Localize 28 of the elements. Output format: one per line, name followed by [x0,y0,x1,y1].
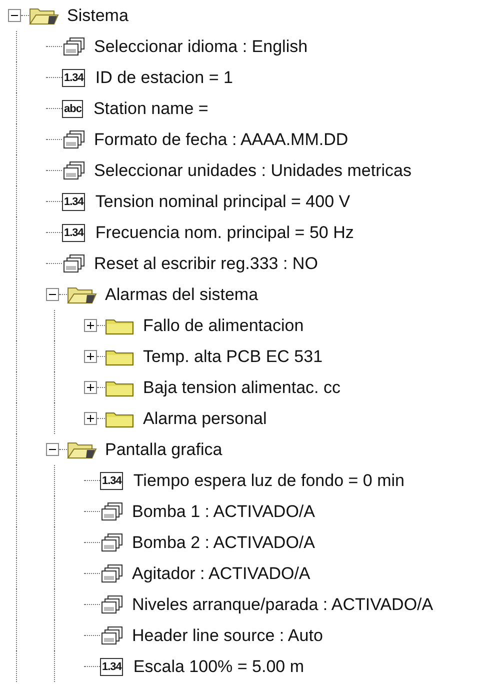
tree-item[interactable]: Seleccionar unidades : Unidades metricas [92,160,414,180]
tree-item[interactable]: Fallo de alimentacion [141,316,306,336]
tree-item[interactable]: Formato de fecha : AAAA.MM.DD [92,130,350,150]
tree-item[interactable]: Pantalla grafica [103,440,224,460]
tree-item[interactable]: Header line source : Auto [130,626,325,646]
tree-item[interactable]: ID de estacion = 1 [93,68,235,88]
tree-item[interactable]: Baja tension alimentac. cc [141,378,342,398]
tree-item[interactable]: Frecuencia nom. principal = 50 Hz [93,222,356,242]
tree-item[interactable]: Seleccionar idioma : English [92,36,310,56]
tree-item[interactable]: Tiempo espera luz de fondo = 0 min [131,470,406,490]
tree-item[interactable]: Sistema [65,6,130,26]
tree-item[interactable]: Alarmas del sistema [103,284,260,304]
tree-item[interactable]: Bomba 2 : ACTIVADO/A [130,532,317,552]
tree-item[interactable]: Bomba 1 : ACTIVADO/A [130,502,317,522]
text-field-icon: abc [62,100,84,118]
tree-item[interactable]: Reset al escribir reg.333 : NO [92,254,320,274]
tree-item[interactable]: Alarma personal [141,408,269,428]
number-field-icon: 1.34 [62,224,86,242]
number-field-icon: 1.34 [100,658,124,676]
number-field-icon: 1.34 [62,192,86,210]
tree-item[interactable]: Agitador : ACTIVADO/A [130,564,312,584]
tree-item[interactable]: Niveles arranque/parada : ACTIVADO/A [130,594,436,614]
tree-item[interactable]: Station name = [91,98,210,118]
tree-item[interactable]: Escala 100% = 5.00 m [131,656,306,676]
tree-item[interactable]: Tension nominal principal = 400 V [93,192,352,212]
number-field-icon: 1.34 [62,68,86,86]
tree-item[interactable]: Temp. alta PCB EC 531 [141,346,325,366]
number-field-icon: 1.34 [100,472,124,490]
